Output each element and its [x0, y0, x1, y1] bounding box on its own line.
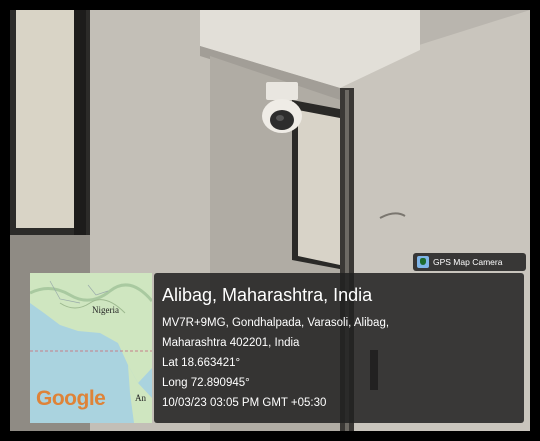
address-line-2: Maharashtra 402201, India	[162, 337, 300, 349]
latitude: Lat 18.663421°	[162, 357, 241, 369]
place-name: Alibag, Maharashtra, India	[162, 285, 373, 305]
timestamp: 10/03/23 03:05 PM GMT +05:30	[162, 397, 327, 409]
map-label-country: Nigeria	[92, 305, 119, 315]
longitude: Long 72.890945°	[162, 377, 250, 389]
photo-frame: GPS Map Camera Nigeria An Google Alibag,…	[0, 0, 540, 441]
badge-label: GPS Map Camera	[433, 257, 503, 267]
map-label-partial: An	[135, 393, 146, 403]
gps-map-camera-badge: GPS Map Camera	[413, 253, 526, 271]
gps-map-camera-icon	[417, 256, 429, 268]
map-thumbnail: Nigeria An Google	[30, 273, 152, 423]
google-logo: Google	[36, 387, 106, 410]
address-line-1: MV7R+9MG, Gondhalpada, Varasoli, Alibag,	[162, 317, 390, 329]
location-info-panel: Alibag, Maharashtra, India MV7R+9MG, Gon…	[154, 273, 524, 423]
